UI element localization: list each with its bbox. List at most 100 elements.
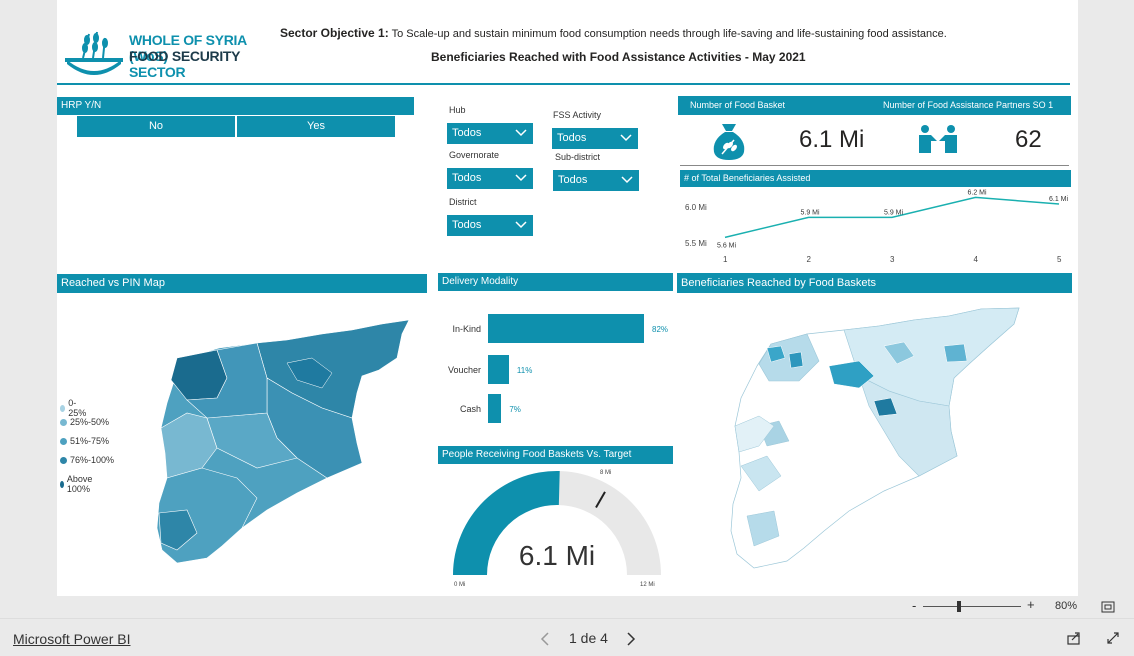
logo-line3: SECTOR (129, 64, 186, 80)
trend-point-label: 6.1 Mi (1049, 196, 1069, 203)
legend-item: 0-25% (60, 398, 88, 418)
header-divider (57, 83, 1070, 85)
trend-point-label: 5.9 Mi (884, 209, 904, 216)
chevron-left-icon[interactable] (540, 632, 550, 646)
food-bag-icon (713, 124, 745, 160)
syria-reached-map (156, 319, 410, 564)
delivery-value-label: 82% (652, 325, 669, 334)
chevron-right-icon[interactable] (626, 632, 636, 646)
basket-title: Number of Food Basket (690, 100, 786, 110)
delivery-title: Delivery Modality (438, 273, 673, 291)
activity-value: Todos (557, 132, 587, 144)
district-label: District (449, 197, 477, 207)
handshake-icon (919, 125, 957, 153)
chevron-down-icon (515, 221, 527, 229)
legend-item: 76%-100% (60, 455, 114, 465)
governorate-label: Governorate (449, 150, 500, 160)
hub-value: Todos (452, 127, 482, 139)
delivery-bar[interactable] (488, 394, 502, 423)
x-tick-label: 5 (1057, 255, 1062, 264)
trend-point-label: 5.9 Mi (801, 209, 821, 216)
trend-point-label: 6.2 Mi (968, 189, 988, 196)
governorate-dropdown[interactable]: Todos (447, 168, 533, 189)
trend-series-line (724, 196, 1060, 239)
zoom-slider-thumb[interactable] (957, 601, 961, 612)
gauge-title: People Receiving Food Baskets Vs. Target (438, 446, 673, 464)
trend-title: # of Total Beneficiaries Assisted (680, 170, 1071, 187)
chevron-down-icon (620, 134, 632, 142)
zoom-percent: 80% (1055, 600, 1078, 612)
hrp-no-button[interactable]: No (77, 116, 235, 137)
activity-label: FSS Activity (553, 110, 602, 120)
governorate-value: Todos (452, 172, 482, 184)
district-dropdown[interactable]: Todos (447, 215, 533, 236)
hub-label: Hub (449, 105, 466, 115)
basket-value: 6.1 Mi (799, 126, 865, 153)
gauge-min: 0 Mi (454, 582, 465, 588)
logo-line2: FOOD SECURITY (129, 48, 241, 64)
activity-dropdown[interactable]: Todos (552, 128, 638, 149)
trend-point-label: 5.6 Mi (717, 242, 737, 249)
delivery-category-label: Voucher (447, 365, 481, 375)
report-canvas: WHOLE OF SYRIA (WoS) FOOD SECURITY SECTO… (57, 0, 1078, 596)
objective-text: To Scale-up and sustain minimum food con… (391, 28, 947, 40)
powerbi-brand-link[interactable]: Microsoft Power BI (13, 631, 130, 647)
subdistrict-value: Todos (558, 174, 588, 186)
share-icon[interactable] (1067, 631, 1081, 645)
zoom-in-button[interactable]: + (1027, 597, 1035, 612)
district-value: Todos (452, 219, 482, 231)
wheat-bowl-icon (65, 31, 123, 75)
fit-to-page-icon[interactable] (1101, 601, 1115, 613)
legend-swatch (60, 404, 66, 412)
zoom-out-button[interactable]: - (912, 598, 916, 613)
partners-value: 62 (1015, 126, 1042, 153)
legend-label: 51%-75% (70, 436, 110, 446)
y-tick-5-5: 5.5 Mi (685, 239, 707, 248)
chevron-down-icon (515, 129, 527, 137)
x-tick-label: 2 (807, 255, 812, 264)
x-tick-label: 4 (974, 255, 979, 264)
partners-title: Number of Food Assistance Partners SO 1 (883, 100, 1054, 110)
target-gauge: 6.1 Mi 0 Mi 12 Mi 8 Mi (453, 470, 661, 588)
legend-label: 0-25% (68, 398, 87, 418)
legend-swatch (60, 456, 67, 464)
legend-label: Above 100% (66, 474, 93, 494)
legend-item: Above 100% (60, 474, 96, 494)
subdistrict-label: Sub-district (555, 152, 601, 162)
hub-dropdown[interactable]: Todos (447, 123, 533, 144)
legend-label: 25%-50% (70, 417, 110, 427)
legend-label: 76%-100% (70, 455, 115, 465)
legend-swatch (60, 437, 67, 445)
x-tick-label: 3 (890, 255, 895, 264)
delivery-value-label: 7% (509, 405, 521, 414)
zoom-bar: - + 80% (0, 596, 1134, 618)
legend-item: 51%-75% (60, 436, 109, 446)
hrp-yes-button[interactable]: Yes (237, 116, 395, 137)
chevron-down-icon (515, 174, 527, 182)
legend-item: 25%-50% (60, 417, 109, 427)
delivery-category-label: Cash (459, 404, 481, 414)
delivery-category-label: In-Kind (452, 324, 481, 334)
gauge-target: 8 Mi (600, 470, 611, 476)
objective-line: Sector Objective 1: To Scale-up and sust… (280, 26, 947, 40)
fullscreen-icon[interactable] (1106, 631, 1120, 645)
wos-logo: WHOLE OF SYRIA (WoS) FOOD SECURITY SECTO… (63, 30, 268, 82)
zoom-slider-track[interactable] (923, 606, 1021, 607)
delivery-bar[interactable] (488, 355, 509, 384)
syria-food-basket-map (730, 307, 1020, 569)
delivery-bar[interactable] (488, 314, 644, 343)
hrp-title: HRP Y/N (57, 97, 414, 115)
map-left-title: Reached vs PIN Map (57, 274, 427, 293)
x-tick-label: 1 (723, 255, 728, 264)
legend-swatch (60, 480, 64, 488)
kpi-header: Number of Food Basket Number of Food Ass… (678, 96, 1071, 115)
legend-swatch (60, 418, 67, 426)
chevron-down-icon (621, 176, 633, 184)
delivery-value-label: 11% (516, 366, 533, 375)
subdistrict-dropdown[interactable]: Todos (553, 170, 639, 191)
objective-label: Sector Objective 1: (280, 26, 389, 40)
gauge-value: 6.1 Mi (519, 540, 595, 571)
map-right-title: Beneficiaries Reached by Food Baskets (677, 273, 1072, 293)
report-subtitle: Beneficiaries Reached with Food Assistan… (431, 50, 806, 64)
kpi-divider (680, 165, 1069, 166)
